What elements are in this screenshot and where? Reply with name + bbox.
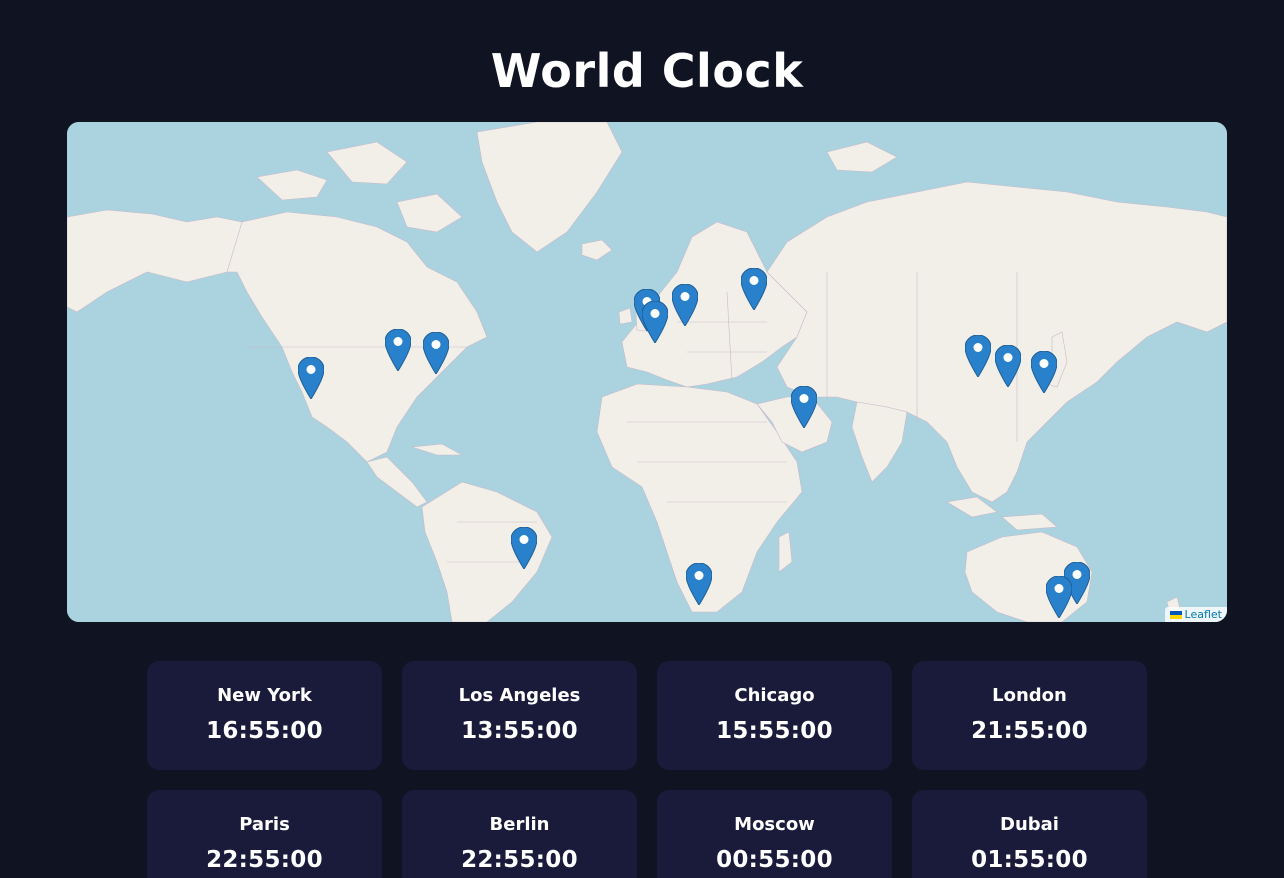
clock-card-berlin: Berlin 22:55:00 bbox=[402, 790, 637, 878]
clock-card-new-york: New York 16:55:00 bbox=[147, 661, 382, 770]
map-pin-icon bbox=[741, 268, 767, 310]
map-marker[interactable] bbox=[995, 345, 1021, 387]
city-name: New York bbox=[217, 685, 312, 706]
city-time: 00:55:00 bbox=[716, 847, 833, 873]
map-marker-los-angeles[interactable] bbox=[298, 357, 324, 399]
map-marker-paris[interactable] bbox=[642, 301, 668, 343]
city-name: Berlin bbox=[489, 814, 550, 835]
map-pin-icon bbox=[511, 527, 537, 569]
map-marker[interactable] bbox=[965, 335, 991, 377]
city-name: Los Angeles bbox=[458, 685, 581, 706]
world-clock-page: World Clock Leaflet New York 16:55:00 Lo… bbox=[0, 0, 1284, 878]
clock-card-paris: Paris 22:55:00 bbox=[147, 790, 382, 878]
city-name: Moscow bbox=[734, 814, 815, 835]
map-marker-moscow[interactable] bbox=[741, 268, 767, 310]
city-time: 15:55:00 bbox=[716, 718, 833, 744]
map-pin-icon bbox=[686, 563, 712, 605]
city-time: 01:55:00 bbox=[971, 847, 1088, 873]
city-time: 13:55:00 bbox=[461, 718, 578, 744]
map-pin-icon bbox=[965, 335, 991, 377]
clock-card-dubai: Dubai 01:55:00 bbox=[912, 790, 1147, 878]
map-pin-icon bbox=[385, 329, 411, 371]
city-time: 22:55:00 bbox=[206, 847, 323, 873]
map-attribution[interactable]: Leaflet bbox=[1164, 607, 1227, 622]
clock-grid: New York 16:55:00 Los Angeles 13:55:00 C… bbox=[147, 661, 1147, 878]
ukraine-flag-icon bbox=[1169, 610, 1182, 619]
attribution-link[interactable]: Leaflet bbox=[1185, 608, 1222, 621]
map-marker[interactable] bbox=[686, 563, 712, 605]
map-marker-chicago[interactable] bbox=[385, 329, 411, 371]
map-pin-icon bbox=[995, 345, 1021, 387]
map-marker-dubai[interactable] bbox=[791, 386, 817, 428]
map-pin-icon bbox=[1031, 351, 1057, 393]
map-marker-berlin[interactable] bbox=[672, 284, 698, 326]
world-map[interactable]: Leaflet bbox=[67, 122, 1227, 622]
clock-card-los-angeles: Los Angeles 13:55:00 bbox=[402, 661, 637, 770]
city-name: Paris bbox=[239, 814, 290, 835]
city-name: Chicago bbox=[734, 685, 815, 706]
city-name: Dubai bbox=[1000, 814, 1059, 835]
map-pin-icon bbox=[672, 284, 698, 326]
map-pin-icon bbox=[423, 332, 449, 374]
city-time: 16:55:00 bbox=[206, 718, 323, 744]
map-marker-new-york[interactable] bbox=[423, 332, 449, 374]
clock-card-chicago: Chicago 15:55:00 bbox=[657, 661, 892, 770]
map-pin-icon bbox=[1046, 576, 1072, 618]
clock-card-moscow: Moscow 00:55:00 bbox=[657, 790, 892, 878]
map-pin-icon bbox=[298, 357, 324, 399]
clock-card-london: London 21:55:00 bbox=[912, 661, 1147, 770]
map-pin-icon bbox=[642, 301, 668, 343]
city-time: 22:55:00 bbox=[461, 847, 578, 873]
map-marker[interactable] bbox=[511, 527, 537, 569]
city-name: London bbox=[992, 685, 1067, 706]
city-time: 21:55:00 bbox=[971, 718, 1088, 744]
page-title: World Clock bbox=[490, 44, 804, 98]
map-pin-icon bbox=[791, 386, 817, 428]
map-marker[interactable] bbox=[1031, 351, 1057, 393]
map-marker[interactable] bbox=[1046, 576, 1072, 618]
